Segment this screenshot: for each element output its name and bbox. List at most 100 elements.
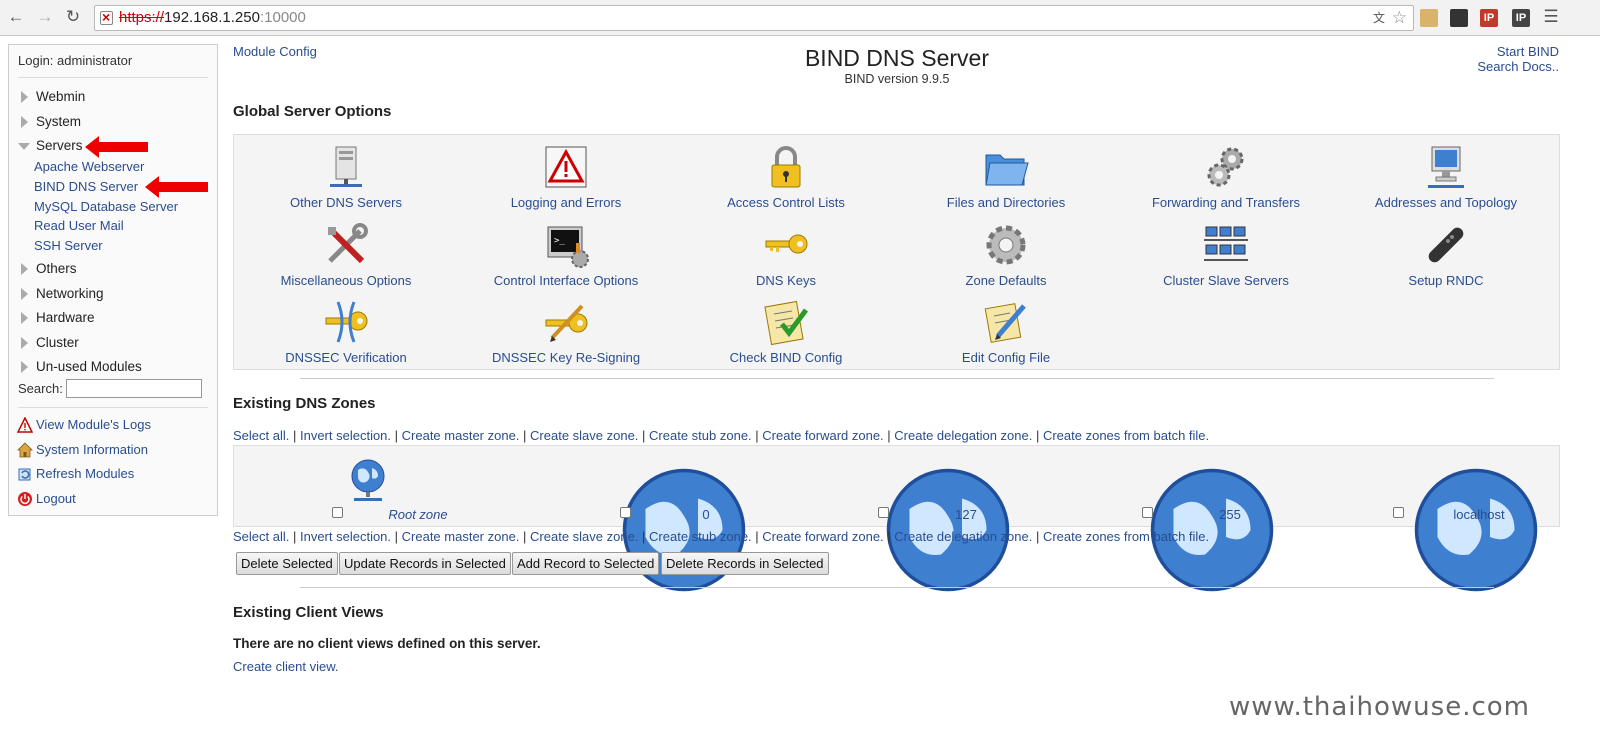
refresh-modules-link[interactable]: Refresh Modules [17,466,134,482]
option-zone-defaults[interactable]: Zone Defaults [906,221,1106,288]
reload-icon[interactable]: ↻ [62,6,84,28]
create-master-zone-link[interactable]: Create master zone. [402,529,520,544]
zone-localhost[interactable]: localhost [1409,507,1549,522]
option-dnssec-verification[interactable]: DNSSEC Verification [246,298,446,365]
globe-icon[interactable] [1406,460,1546,600]
delete-selected-button[interactable]: Delete Selected [236,552,338,575]
create-delegation-zone-link[interactable]: Create delegation zone. [894,529,1032,544]
key-icon [765,234,808,254]
create-master-zone-link[interactable]: Create master zone. [402,428,520,443]
sidebar-category-servers[interactable]: Servers [18,137,83,155]
zone-actions-top: Select all. | Invert selection. | Create… [233,428,1210,443]
house-icon [17,442,33,458]
bookmark-star-icon[interactable]: ☆ [1392,6,1407,30]
sidebar-item-read-user-mail[interactable]: Read User Mail [34,218,124,233]
sidebar-category-others[interactable]: Others [18,260,77,278]
view-module-logs-link[interactable]: View Module's Logs [17,417,151,433]
option-access-control-lists[interactable]: Access Control Lists [686,143,886,210]
system-information-link[interactable]: System Information [17,442,148,458]
create-forward-zone-link[interactable]: Create forward zone. [762,428,883,443]
lock-icon [771,146,801,188]
option-logging-and-errors[interactable]: Logging and Errors [466,143,666,210]
dns-zones-title: Existing DNS Zones [233,395,376,412]
select-all-link[interactable]: Select all. [233,529,289,544]
sidebar-category-system[interactable]: System [18,113,81,131]
option-forwarding-and-transfers[interactable]: Forwarding and Transfers [1126,143,1326,210]
option-dnssec-key-resigning[interactable]: DNSSEC Key Re-Signing [466,298,666,365]
terminal-icon: >_ [547,226,589,268]
extension-ip2-icon[interactable]: IP [1512,9,1530,27]
page-title: BIND DNS Server [804,45,990,71]
delete-records-button[interactable]: Delete Records in Selected [661,552,829,575]
client-views-title: Existing Client Views [233,604,384,621]
create-client-view-link[interactable]: Create client view. [233,659,339,674]
annotation-arrow-icon [145,176,208,198]
sidebar-item-apache[interactable]: Apache Webserver [34,159,144,174]
invert-selection-link[interactable]: Invert selection. [300,529,391,544]
sidebar-item-mysql[interactable]: MySQL Database Server [34,199,178,214]
option-check-bind-config[interactable]: Check BIND Config [686,298,886,365]
zone-root[interactable]: Root zone [348,507,488,522]
annotation-arrow-icon [85,136,148,158]
module-config-link[interactable]: Module Config [233,44,317,59]
zone-checkbox-255[interactable] [1142,507,1153,518]
create-slave-zone-link[interactable]: Create slave zone. [530,529,638,544]
login-label: Login: administrator [18,53,133,68]
invert-selection-link[interactable]: Invert selection. [300,428,391,443]
zone-checkbox-0[interactable] [620,507,631,518]
zone-255[interactable]: 255 [1160,507,1300,522]
option-cluster-slave-servers[interactable]: Cluster Slave Servers [1126,221,1326,288]
globe-network-icon[interactable] [348,458,388,504]
option-dns-keys[interactable]: DNS Keys [686,221,886,288]
extension-folder-icon[interactable] [1420,9,1438,27]
option-miscellaneous-options[interactable]: Miscellaneous Options [246,221,446,288]
no-client-views-text: There are no client views defined on thi… [233,636,541,651]
extension-ip-icon[interactable]: IP [1480,9,1498,27]
server-icon [330,146,362,187]
zone-127[interactable]: 127 [896,507,1036,522]
update-records-button[interactable]: Update Records in Selected [339,552,511,575]
option-setup-rndc[interactable]: Setup RNDC [1346,221,1546,288]
create-forward-zone-link[interactable]: Create forward zone. [762,529,883,544]
create-zones-batch-link[interactable]: Create zones from batch file. [1043,529,1209,544]
sidebar-category-networking[interactable]: Networking [18,285,104,303]
zone-0[interactable]: 0 [636,507,776,522]
extension-icon[interactable] [1450,9,1468,27]
option-files-and-directories[interactable]: Files and Directories [906,143,1106,210]
translate-icon[interactable]: 文 [1373,6,1385,30]
back-icon[interactable]: ← [5,6,27,28]
option-addresses-and-topology[interactable]: Addresses and Topology [1346,143,1546,210]
left-sidebar: Login: administrator Webmin System Serve… [8,44,218,516]
warning-icon [545,146,587,188]
forward-icon[interactable]: → [34,6,56,28]
add-record-button[interactable]: Add Record to Selected [512,552,660,575]
create-delegation-zone-link[interactable]: Create delegation zone. [894,428,1032,443]
zone-checkbox-localhost[interactable] [1393,507,1404,518]
sidebar-category-unused-modules[interactable]: Un-used Modules [18,358,142,376]
sidebar-item-bind-dns[interactable]: BIND DNS Server [34,179,138,194]
option-other-dns-servers[interactable]: Other DNS Servers [246,143,446,210]
create-stub-zone-link[interactable]: Create stub zone. [649,529,752,544]
zone-checkbox-root[interactable] [332,507,343,518]
search-docs-link[interactable]: Search Docs.. [1477,59,1559,74]
create-zones-batch-link[interactable]: Create zones from batch file. [1043,428,1209,443]
expand-icon [21,312,28,324]
address-bar[interactable]: https://192.168.1.250:10000 ☆ 文 [94,5,1414,31]
search-input[interactable] [66,379,202,398]
select-all-link[interactable]: Select all. [233,428,289,443]
create-stub-zone-link[interactable]: Create stub zone. [649,428,752,443]
option-edit-config-file[interactable]: Edit Config File [906,298,1106,365]
gears-icon [1207,147,1244,187]
menu-icon[interactable]: ☰ [1540,6,1562,28]
logout-link[interactable]: Logout [17,491,76,507]
sidebar-item-ssh[interactable]: SSH Server [34,238,103,253]
option-control-interface-options[interactable]: >_ Control Interface Options [466,221,666,288]
sidebar-category-webmin[interactable]: Webmin [18,88,85,106]
zone-actions-bottom: Select all. | Invert selection. | Create… [233,529,1210,544]
sidebar-divider [18,407,208,408]
create-slave-zone-link[interactable]: Create slave zone. [530,428,638,443]
zone-checkbox-127[interactable] [878,507,889,518]
start-bind-link[interactable]: Start BIND [1477,44,1559,59]
sidebar-category-hardware[interactable]: Hardware [18,309,95,327]
sidebar-category-cluster[interactable]: Cluster [18,334,79,352]
